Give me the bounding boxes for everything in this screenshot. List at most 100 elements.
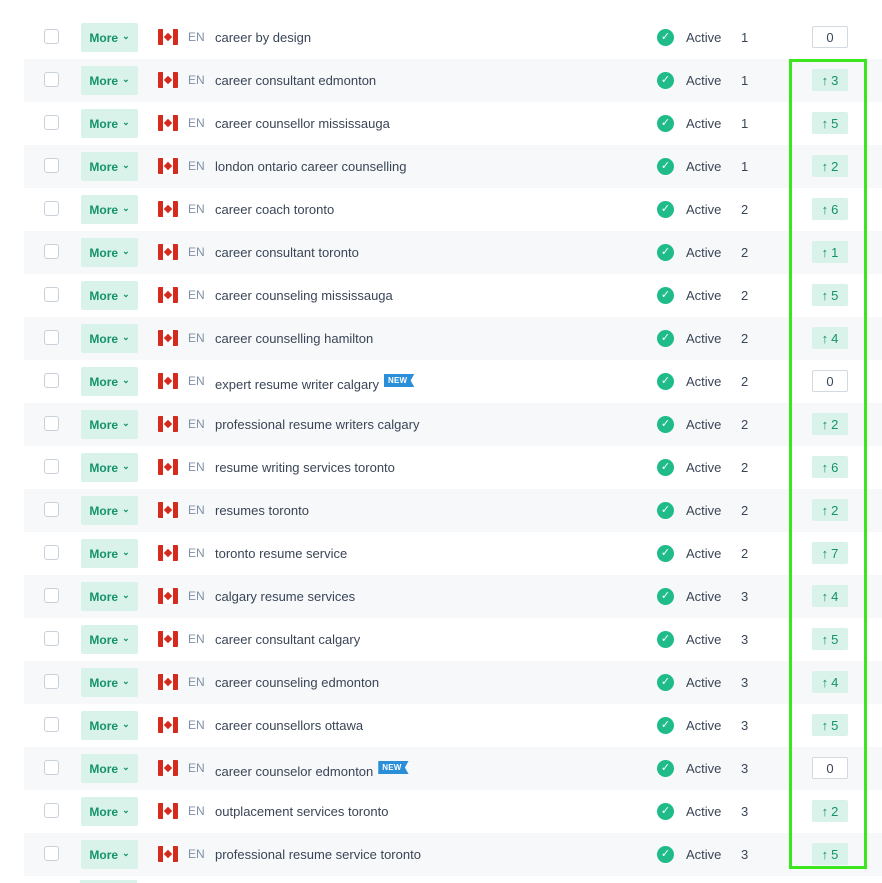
keyword-label: career by design xyxy=(215,30,312,45)
keyword-label: career counselor edmonton xyxy=(215,764,374,779)
canada-flag-icon xyxy=(158,330,178,346)
status-text: Active xyxy=(686,159,722,174)
row-checkbox[interactable] xyxy=(44,545,59,560)
more-button[interactable]: More ⌄ xyxy=(81,410,138,439)
more-button[interactable]: More ⌄ xyxy=(81,109,138,138)
more-button[interactable]: More ⌄ xyxy=(81,152,138,181)
canada-flag-icon xyxy=(158,717,178,733)
position-change: ↑ 4 xyxy=(812,671,848,693)
language-code: EN xyxy=(188,245,205,259)
position-value: 3 xyxy=(741,847,749,862)
more-button[interactable]: More ⌄ xyxy=(81,668,138,697)
more-button[interactable]: More ⌄ xyxy=(81,281,138,310)
arrow-up-icon: ↑ xyxy=(821,244,829,260)
more-button-label: More xyxy=(89,374,119,389)
keyword-text: career counsellor mississauga xyxy=(215,116,390,131)
table-row: More ⌄ EN career consultant toronto ✓ Ac… xyxy=(24,231,882,274)
change-value: 5 xyxy=(831,631,839,647)
more-button[interactable]: More ⌄ xyxy=(81,367,138,396)
chevron-down-icon: ⌄ xyxy=(122,203,130,213)
position-value: 2 xyxy=(741,374,749,389)
check-circle-icon: ✓ xyxy=(657,115,674,132)
check-circle-icon: ✓ xyxy=(657,502,674,519)
row-checkbox[interactable] xyxy=(44,674,59,689)
row-checkbox[interactable] xyxy=(44,416,59,431)
row-checkbox[interactable] xyxy=(44,115,59,130)
more-button[interactable]: More ⌄ xyxy=(81,324,138,353)
change-value: 4 xyxy=(831,330,839,346)
keyword-label: london ontario career counselling xyxy=(215,159,407,174)
row-checkbox[interactable] xyxy=(44,459,59,474)
row-cells: More ⌄ EN toronto resume service ✓ Activ… xyxy=(24,532,882,575)
arrow-up-icon: ↑ xyxy=(821,459,829,475)
table-row: More ⌄ EN career counselling hamilton ✓ … xyxy=(24,317,882,360)
language-code: EN xyxy=(188,761,205,775)
canada-flag-icon xyxy=(158,588,178,604)
row-checkbox[interactable] xyxy=(44,760,59,775)
check-circle-icon: ✓ xyxy=(657,631,674,648)
chevron-down-icon: ⌄ xyxy=(122,74,130,84)
table-row: More ⌄ EN toronto resume service ✓ Activ… xyxy=(24,532,882,575)
more-button[interactable]: More ⌄ xyxy=(81,539,138,568)
arrow-up-icon: ↑ xyxy=(821,201,829,217)
row-checkbox[interactable] xyxy=(44,588,59,603)
status-text: Active xyxy=(686,30,722,45)
canada-flag-icon xyxy=(158,803,178,819)
check-circle-icon: ✓ xyxy=(657,760,674,777)
row-checkbox[interactable] xyxy=(44,373,59,388)
row-checkbox[interactable] xyxy=(44,330,59,345)
row-cells: More ⌄ EN resume writing services toront… xyxy=(24,446,882,489)
position-change: ↑ 5 xyxy=(812,843,848,865)
more-button[interactable]: More ⌄ xyxy=(81,754,138,783)
row-checkbox[interactable] xyxy=(44,631,59,646)
check-circle-icon: ✓ xyxy=(657,330,674,347)
keyword-text: career counseling mississauga xyxy=(215,288,393,303)
keyword-text: resume writing services toronto xyxy=(215,460,395,475)
position-change: ↑ 6 xyxy=(812,456,848,478)
keyword-label: career counselling hamilton xyxy=(215,331,374,346)
more-button[interactable]: More ⌄ xyxy=(81,66,138,95)
more-button[interactable]: More ⌄ xyxy=(81,496,138,525)
keyword-text: career counseling edmonton xyxy=(215,675,379,690)
row-checkbox[interactable] xyxy=(44,244,59,259)
chevron-down-icon: ⌄ xyxy=(122,633,130,643)
chevron-down-icon: ⌄ xyxy=(122,289,130,299)
row-checkbox[interactable] xyxy=(44,158,59,173)
more-button[interactable]: More ⌄ xyxy=(81,195,138,224)
language-code: EN xyxy=(188,331,205,345)
check-circle-icon: ✓ xyxy=(657,588,674,605)
more-button[interactable]: More ⌄ xyxy=(81,23,138,52)
position-change: ↑ 1 xyxy=(812,241,848,263)
position-value: 2 xyxy=(741,546,749,561)
chevron-down-icon: ⌄ xyxy=(122,418,130,428)
more-button[interactable]: More ⌄ xyxy=(81,797,138,826)
more-button[interactable]: More ⌄ xyxy=(81,238,138,267)
change-value: 2 xyxy=(831,416,839,432)
more-button[interactable]: More ⌄ xyxy=(81,453,138,482)
canada-flag-icon xyxy=(158,416,178,432)
position-value: 1 xyxy=(741,159,749,174)
row-checkbox[interactable] xyxy=(44,201,59,216)
chevron-down-icon: ⌄ xyxy=(122,461,130,471)
language-code: EN xyxy=(188,202,205,216)
more-button[interactable]: More ⌄ xyxy=(81,840,138,869)
canada-flag-icon xyxy=(158,115,178,131)
keyword-label: resumes toronto xyxy=(215,503,309,518)
change-value: 6 xyxy=(831,201,839,217)
row-cells: More ⌄ EN career coach toronto ✓ Active … xyxy=(24,188,882,231)
more-button[interactable]: More ⌄ xyxy=(81,625,138,654)
more-button[interactable]: More ⌄ xyxy=(81,711,138,740)
row-checkbox[interactable] xyxy=(44,72,59,87)
row-checkbox[interactable] xyxy=(44,717,59,732)
language-code: EN xyxy=(188,632,205,646)
row-checkbox[interactable] xyxy=(44,29,59,44)
position-value: 3 xyxy=(741,718,749,733)
row-checkbox[interactable] xyxy=(44,502,59,517)
row-checkbox[interactable] xyxy=(44,287,59,302)
more-button[interactable]: More ⌄ xyxy=(81,582,138,611)
row-checkbox[interactable] xyxy=(44,803,59,818)
row-checkbox[interactable] xyxy=(44,846,59,861)
check-circle-icon: ✓ xyxy=(657,373,674,390)
more-button-label: More xyxy=(89,718,119,733)
position-value: 2 xyxy=(741,288,749,303)
